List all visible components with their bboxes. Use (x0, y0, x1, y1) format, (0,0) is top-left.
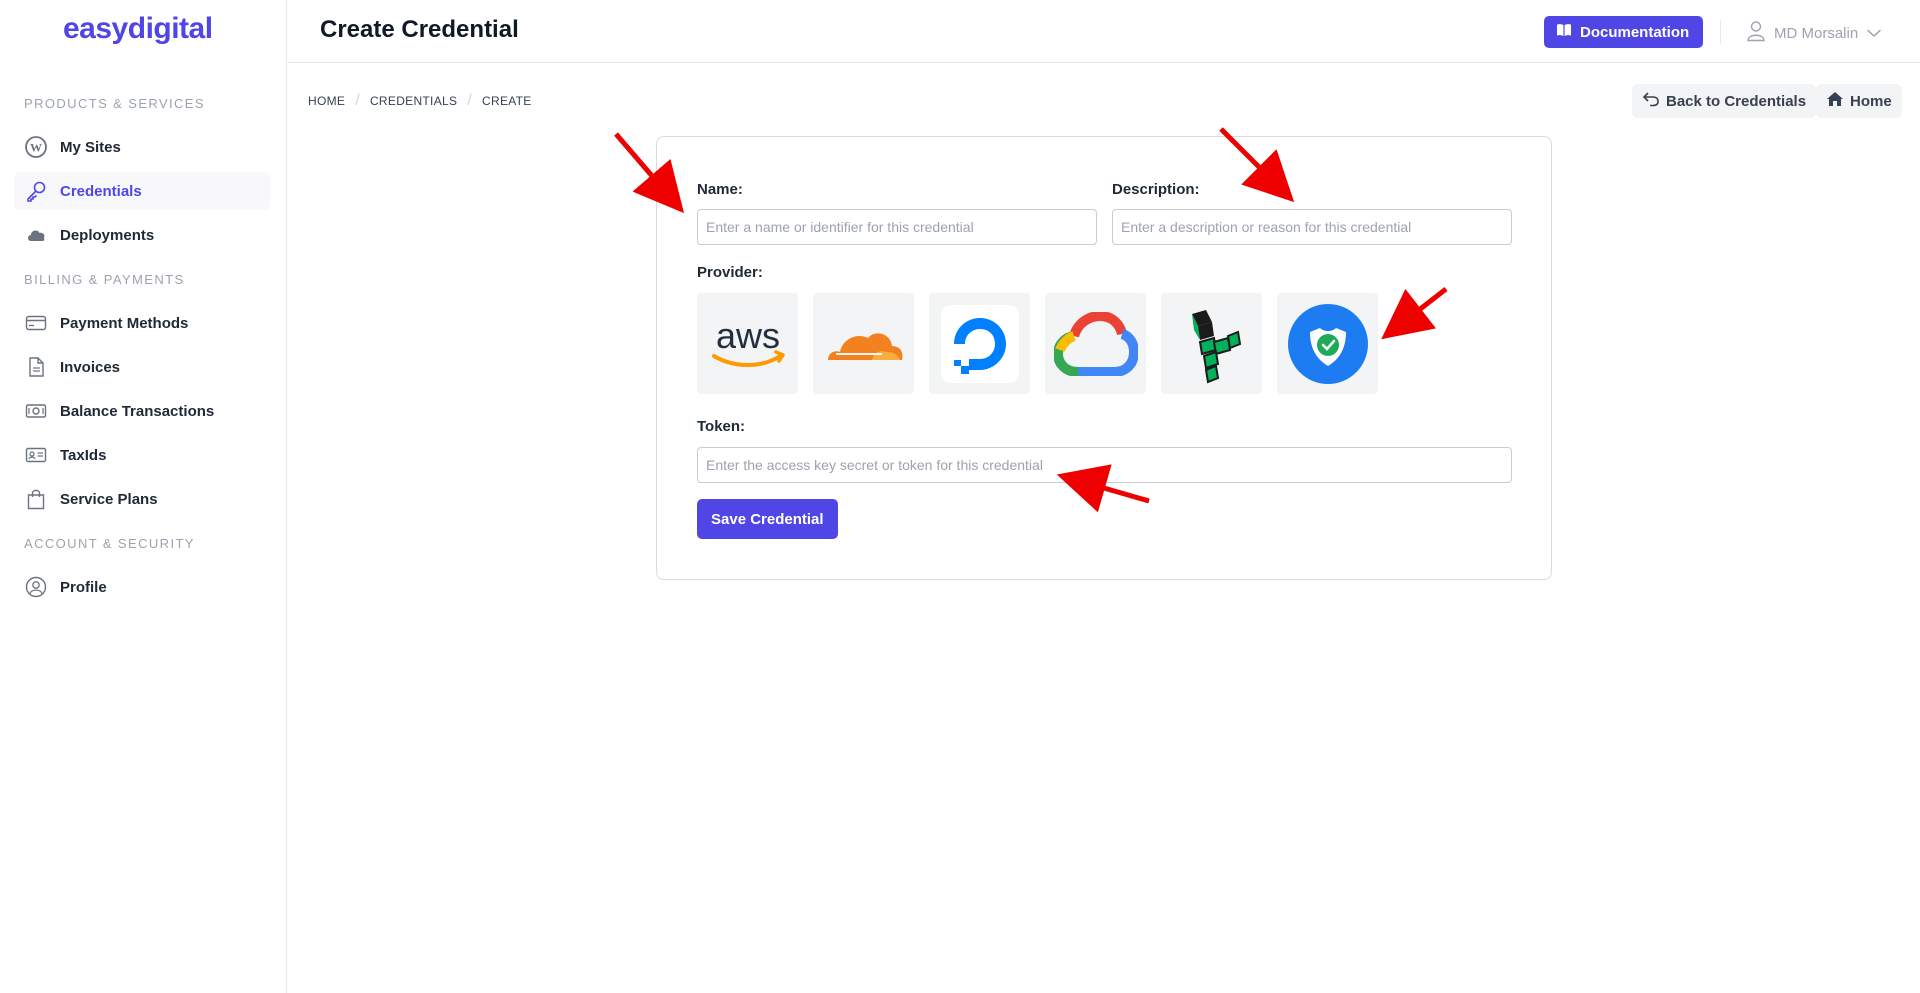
provider-linode[interactable] (1161, 293, 1262, 394)
top-header: Create Credential Documentation MD Morsa… (288, 0, 1920, 63)
home-label: Home (1850, 92, 1892, 110)
digitalocean-logo (940, 304, 1019, 383)
sidebar-item-invoices[interactable]: Invoices (14, 348, 270, 386)
breadcrumb-separator: / (467, 92, 473, 109)
credential-form-card: Name: Description: Provider: aws (656, 136, 1552, 580)
sidebar-item-deployments[interactable]: Deployments (14, 216, 270, 254)
token-label: Token: (697, 418, 746, 435)
provider-label: Provider: (697, 264, 763, 281)
credit-card-icon (24, 311, 48, 335)
breadcrumb-home[interactable]: HOME (308, 94, 345, 108)
sidebar-item-label: Balance Transactions (60, 402, 215, 420)
sidebar-item-label: Service Plans (60, 490, 158, 508)
section-label-account: ACCOUNT & SECURITY (24, 536, 195, 551)
sidebar-item-service-plans[interactable]: Service Plans (14, 480, 270, 518)
wordpress-icon: W (24, 135, 48, 159)
sidebar-item-my-sites[interactable]: W My Sites (14, 128, 270, 166)
shield-check-logo (1287, 303, 1368, 384)
linode-logo (1191, 309, 1241, 383)
sidebar-item-profile[interactable]: Profile (14, 568, 270, 606)
sidebar-item-label: Profile (60, 578, 107, 596)
id-card-icon (24, 443, 48, 467)
breadcrumb-separator: / (355, 92, 360, 109)
user-menu[interactable]: MD Morsalin (1746, 20, 1882, 46)
svg-text:W: W (30, 141, 42, 155)
sidebar-item-label: Credentials (60, 182, 142, 200)
save-credential-button[interactable]: Save Credential (697, 499, 838, 539)
home-icon (1826, 91, 1844, 111)
undo-arrow-icon (1642, 91, 1660, 111)
sidebar-item-balance-transactions[interactable]: Balance Transactions (14, 392, 270, 430)
section-label-products: PRODUCTS & SERVICES (24, 96, 205, 111)
shopping-bag-icon (24, 487, 48, 511)
key-icon (24, 179, 48, 203)
aws-logo: aws (711, 315, 785, 367)
sidebar-item-label: My Sites (60, 138, 121, 156)
sidebar-item-label: Payment Methods (60, 314, 189, 332)
chevron-down-icon (1866, 25, 1882, 42)
description-label: Description: (1112, 181, 1200, 198)
section-label-billing: BILLING & PAYMENTS (24, 272, 185, 287)
svg-text:aws: aws (715, 315, 779, 356)
user-icon (1746, 20, 1766, 46)
name-input[interactable] (697, 209, 1097, 245)
sidebar-item-payment-methods[interactable]: Payment Methods (14, 304, 270, 342)
provider-digitalocean[interactable] (929, 293, 1030, 394)
sidebar-item-credentials[interactable]: Credentials (14, 172, 270, 210)
cloud-icon (24, 223, 48, 247)
user-circle-icon (24, 575, 48, 599)
sidebar-item-label: Invoices (60, 358, 121, 376)
header-divider (1720, 20, 1721, 44)
back-to-credentials-button[interactable]: Back to Credentials (1632, 84, 1817, 118)
document-icon (24, 355, 48, 379)
breadcrumb-credentials[interactable]: CREDENTIALS (370, 94, 457, 108)
provider-cloudflare[interactable] (813, 293, 914, 394)
provider-google-cloud[interactable] (1045, 293, 1146, 394)
breadcrumb-create: CREATE (482, 94, 532, 108)
app-root: easydigital PRODUCTS & SERVICES W My Sit… (0, 0, 1920, 993)
documentation-button[interactable]: Documentation (1544, 16, 1704, 48)
documentation-label: Documentation (1580, 23, 1690, 41)
token-input[interactable] (697, 447, 1512, 483)
sidebar-item-taxids[interactable]: TaxIds (14, 436, 270, 474)
cloudflare-logo (827, 332, 903, 360)
sidebar-item-label: Deployments (60, 226, 155, 244)
brand-logo[interactable]: easydigital (63, 12, 213, 46)
sidebar: easydigital PRODUCTS & SERVICES W My Sit… (0, 0, 287, 993)
book-icon (1556, 23, 1572, 41)
name-label: Name: (697, 181, 743, 198)
provider-shield[interactable] (1277, 293, 1378, 394)
back-label: Back to Credentials (1666, 92, 1807, 110)
breadcrumb: HOME / CREDENTIALS / CREATE (308, 92, 532, 110)
provider-aws[interactable]: aws (697, 293, 798, 394)
sidebar-item-label: TaxIds (60, 446, 107, 464)
google-cloud-logo (1053, 311, 1138, 376)
user-name: MD Morsalin (1774, 24, 1859, 42)
page-title: Create Credential (320, 16, 519, 43)
description-input[interactable] (1112, 209, 1512, 245)
home-button[interactable]: Home (1816, 84, 1902, 118)
banknote-icon (24, 399, 48, 423)
